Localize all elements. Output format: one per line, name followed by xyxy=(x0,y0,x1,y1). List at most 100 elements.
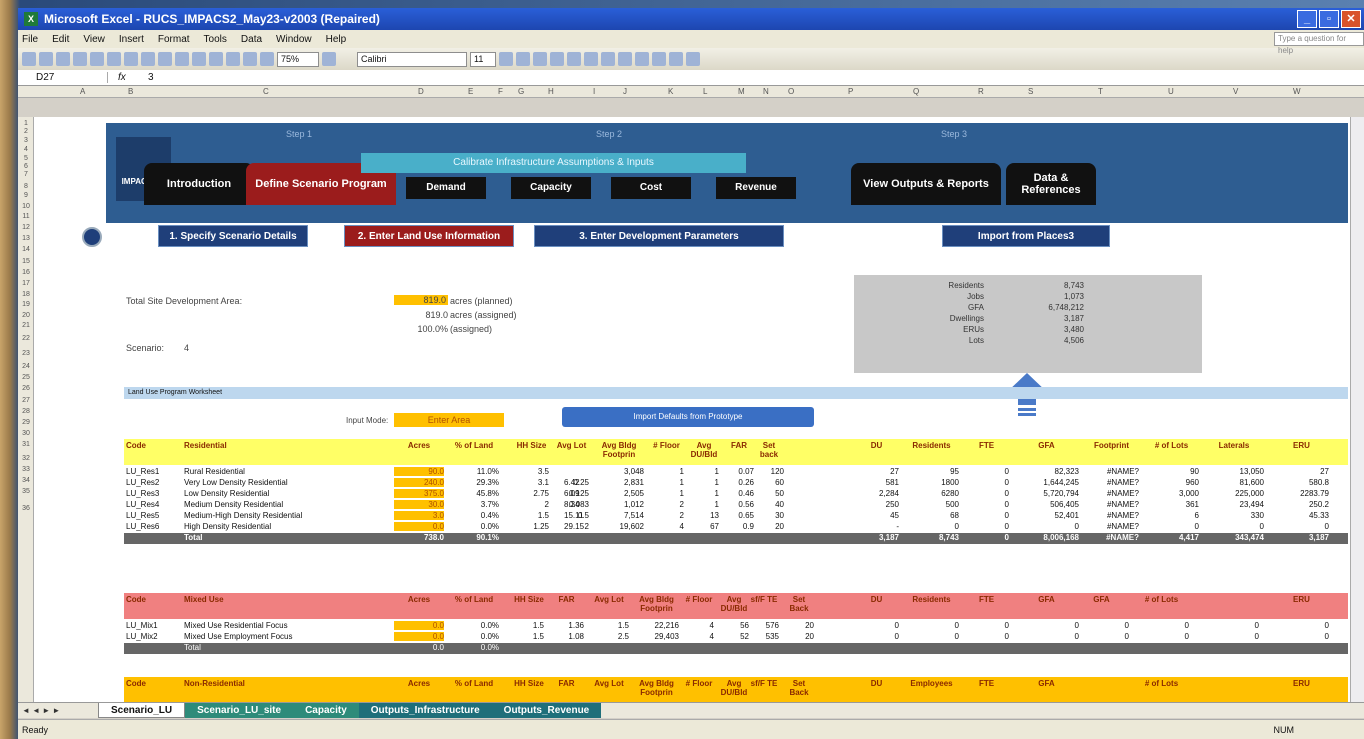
column-header-b[interactable]: B xyxy=(128,86,133,98)
currency-icon[interactable] xyxy=(618,52,632,66)
row-number[interactable]: 12 xyxy=(18,224,34,231)
spell-icon[interactable] xyxy=(107,52,121,66)
menu-view[interactable]: View xyxy=(83,34,105,45)
font-size-select[interactable]: 11 xyxy=(470,51,496,67)
row-number[interactable]: 11 xyxy=(18,213,34,220)
column-header-c[interactable]: C xyxy=(263,86,269,98)
row-number[interactable]: 26 xyxy=(18,385,34,392)
column-header-j[interactable]: J xyxy=(623,86,627,98)
input-mode-select[interactable]: Enter Area xyxy=(394,413,504,427)
column-header-v[interactable]: V xyxy=(1233,86,1238,98)
minimize-button[interactable]: _ xyxy=(1297,10,1317,28)
mix-cell[interactable]: 0.0 xyxy=(394,632,444,641)
name-box[interactable]: D27 xyxy=(18,72,108,83)
sheet-tab-outputs-infrastructure[interactable]: Outputs_Infrastructure xyxy=(358,703,492,718)
column-header-n[interactable]: N xyxy=(763,86,769,98)
font-color-icon[interactable] xyxy=(686,52,700,66)
row-number[interactable]: 36 xyxy=(18,505,34,512)
tab-introduction[interactable]: Introduction xyxy=(144,163,254,205)
column-header-e[interactable]: E xyxy=(468,86,473,98)
column-header-l[interactable]: L xyxy=(703,86,707,98)
fill-color-icon[interactable] xyxy=(669,52,683,66)
menu-window[interactable]: Window xyxy=(276,34,312,45)
tab-calibrate[interactable]: Calibrate Infrastructure Assumptions & I… xyxy=(361,153,746,173)
align-left-icon[interactable] xyxy=(550,52,564,66)
tab-cost[interactable]: Cost xyxy=(611,177,691,199)
column-header-i[interactable]: I xyxy=(593,86,595,98)
res-cell[interactable]: 90.0 xyxy=(394,467,444,476)
column-header-h[interactable]: H xyxy=(548,86,554,98)
vertical-scrollbar[interactable] xyxy=(1350,117,1364,702)
tab-capacity[interactable]: Capacity xyxy=(511,177,591,199)
res-cell[interactable]: 0.0 xyxy=(394,522,444,531)
column-header-k[interactable]: K xyxy=(668,86,673,98)
column-header-f[interactable]: F xyxy=(498,86,503,98)
row-number[interactable]: 15 xyxy=(18,258,34,265)
row-number[interactable]: 9 xyxy=(18,192,34,199)
italic-icon[interactable] xyxy=(516,52,530,66)
nav-specify-scenario[interactable]: 1. Specify Scenario Details xyxy=(158,225,308,247)
res-cell[interactable]: 240.0 xyxy=(394,478,444,487)
row-number[interactable]: 14 xyxy=(18,246,34,253)
tab-view-outputs[interactable]: View Outputs & Reports xyxy=(851,163,1001,205)
row-number[interactable]: 4 xyxy=(18,146,34,153)
hyperlink-icon[interactable] xyxy=(209,52,223,66)
percent-icon[interactable] xyxy=(635,52,649,66)
column-header-p[interactable]: P xyxy=(848,86,853,98)
column-header-r[interactable]: R xyxy=(978,86,984,98)
paste-icon[interactable] xyxy=(158,52,172,66)
column-header-g[interactable]: G xyxy=(518,86,524,98)
help-search-input[interactable]: Type a question for help xyxy=(1274,32,1364,55)
font-select[interactable]: Calibri xyxy=(357,51,467,67)
row-number[interactable]: 19 xyxy=(18,301,34,308)
open-icon[interactable] xyxy=(39,52,53,66)
preview-icon[interactable] xyxy=(90,52,104,66)
column-header-m[interactable]: M xyxy=(738,86,745,98)
row-number[interactable]: 7 xyxy=(18,171,34,178)
nav-import-places3[interactable]: Import from Places3 xyxy=(942,225,1110,247)
nav-enter-land-use[interactable]: 2. Enter Land Use Information xyxy=(344,225,514,247)
row-number[interactable]: 33 xyxy=(18,466,34,473)
help-icon[interactable] xyxy=(322,52,336,66)
sheet-tab-scenario-lu-site[interactable]: Scenario_LU_site xyxy=(185,703,294,718)
row-number[interactable]: 29 xyxy=(18,419,34,426)
row-number[interactable]: 22 xyxy=(18,335,34,342)
copy-icon[interactable] xyxy=(141,52,155,66)
row-number[interactable]: 18 xyxy=(18,291,34,298)
zoom-select[interactable]: 75% xyxy=(277,51,319,67)
align-right-icon[interactable] xyxy=(584,52,598,66)
print-icon[interactable] xyxy=(73,52,87,66)
nav-enter-dev-params[interactable]: 3. Enter Development Parameters xyxy=(534,225,784,247)
row-number[interactable]: 35 xyxy=(18,488,34,495)
row-number[interactable]: 27 xyxy=(18,397,34,404)
menu-insert[interactable]: Insert xyxy=(119,34,144,45)
underline-icon[interactable] xyxy=(533,52,547,66)
maximize-button[interactable]: ▫ xyxy=(1319,10,1339,28)
menu-edit[interactable]: Edit xyxy=(52,34,69,45)
res-cell[interactable]: 375.0 xyxy=(394,489,444,498)
tab-revenue[interactable]: Revenue xyxy=(716,177,796,199)
tab-data-references[interactable]: Data & References xyxy=(1006,163,1096,205)
row-number[interactable]: 3 xyxy=(18,137,34,144)
row-number[interactable]: 10 xyxy=(18,203,34,210)
formula-input[interactable]: 3 xyxy=(148,72,154,83)
sort-icon[interactable] xyxy=(243,52,257,66)
row-number[interactable]: 25 xyxy=(18,374,34,381)
row-number[interactable]: 34 xyxy=(18,477,34,484)
redo-icon[interactable] xyxy=(192,52,206,66)
column-header-u[interactable]: U xyxy=(1168,86,1174,98)
row-number[interactable]: 16 xyxy=(18,269,34,276)
new-icon[interactable] xyxy=(22,52,36,66)
undo-icon[interactable] xyxy=(175,52,189,66)
row-number[interactable]: 6 xyxy=(18,163,34,170)
column-header-d[interactable]: D xyxy=(418,86,424,98)
row-number[interactable]: 1 xyxy=(18,120,34,127)
autosum-icon[interactable] xyxy=(226,52,240,66)
column-header-t[interactable]: T xyxy=(1098,86,1103,98)
bold-icon[interactable] xyxy=(499,52,513,66)
menu-help[interactable]: Help xyxy=(326,34,347,45)
row-number[interactable]: 24 xyxy=(18,363,34,370)
menu-tools[interactable]: Tools xyxy=(204,34,227,45)
row-number[interactable]: 17 xyxy=(18,280,34,287)
menu-format[interactable]: Format xyxy=(158,34,190,45)
